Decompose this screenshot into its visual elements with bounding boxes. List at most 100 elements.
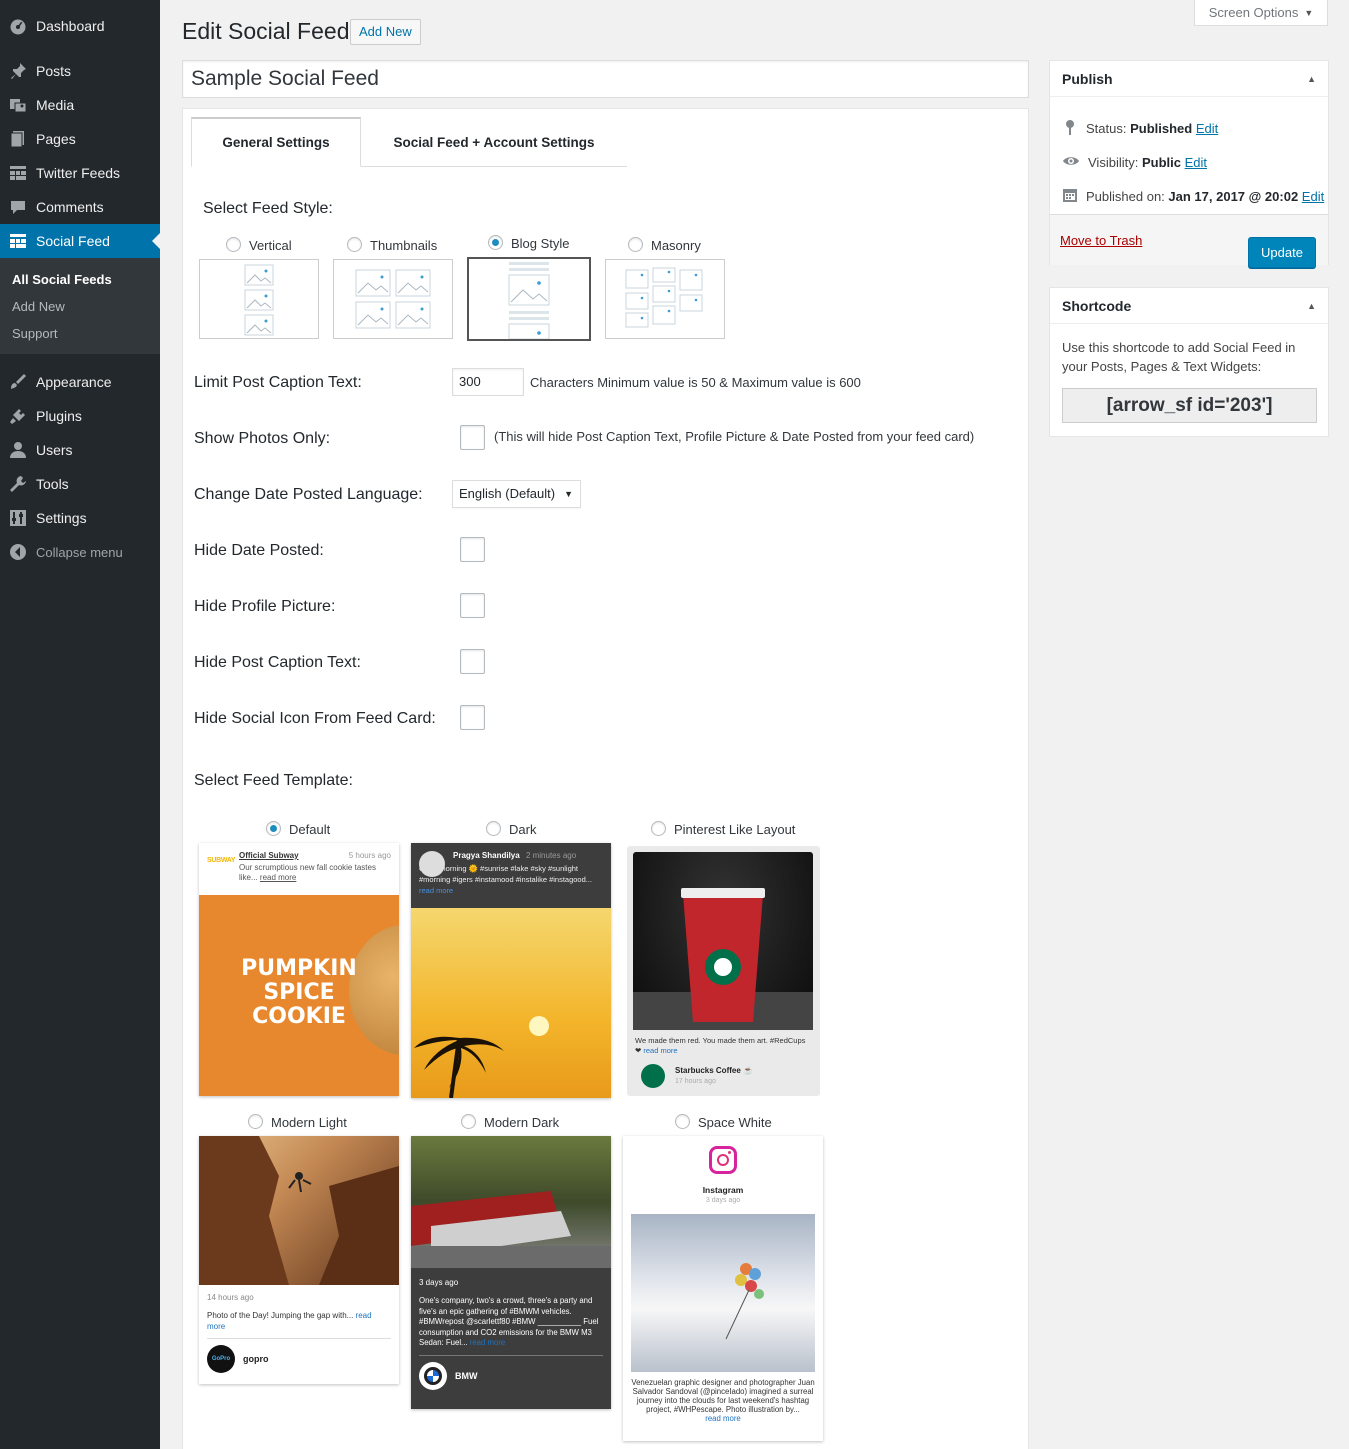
avatar: [419, 851, 445, 877]
preview-pinterest-name: Starbucks Coffee ☕: [675, 1066, 753, 1075]
template-space-white-radio[interactable]: [675, 1114, 690, 1129]
preview-ml-name: gopro: [243, 1354, 269, 1364]
menu-users[interactable]: Users: [0, 433, 160, 467]
screen-options-label: Screen Options: [1208, 5, 1299, 20]
tab-account-settings[interactable]: Social Feed + Account Settings: [361, 117, 627, 167]
screen-options-button[interactable]: Screen Options ▼: [1194, 0, 1328, 26]
add-new-button[interactable]: Add New: [350, 19, 421, 45]
hide-profile-label: Hide Profile Picture:: [194, 598, 336, 615]
template-modern-dark-radio[interactable]: [461, 1114, 476, 1129]
update-button[interactable]: Update: [1248, 237, 1316, 268]
published-label: Published on:: [1086, 189, 1165, 204]
tab-general-settings[interactable]: General Settings: [191, 117, 361, 167]
bmw-cars-image: [411, 1136, 611, 1268]
status-edit-link[interactable]: Edit: [1196, 121, 1218, 136]
menu-pages[interactable]: Pages: [0, 122, 160, 156]
style-blog-label: Blog Style: [511, 236, 570, 251]
menu-twitter-feeds[interactable]: Twitter Feeds: [0, 156, 160, 190]
limit-caption-input[interactable]: 300: [452, 368, 524, 396]
template-modern-light-preview[interactable]: 14 hours ago Photo of the Day! Jumping t…: [199, 1136, 399, 1384]
menu-social-feed[interactable]: Social Feed: [0, 224, 160, 258]
preview-pinterest-read-more: read more: [643, 1046, 678, 1055]
photos-only-note: (This will hide Post Caption Text, Profi…: [494, 429, 975, 444]
preview-dark-read-more: read more: [419, 886, 454, 895]
menu-pages-label: Pages: [36, 131, 76, 147]
template-default-radio[interactable]: [266, 821, 281, 836]
template-dark-preview[interactable]: Pragya Shandilya 2 minutes ago Good morn…: [411, 843, 611, 1098]
style-thumbnails-preview[interactable]: [333, 259, 453, 339]
preview-ml-time: 14 hours ago: [207, 1293, 254, 1302]
style-masonry-label: Masonry: [651, 238, 701, 253]
menu-dashboard[interactable]: Dashboard: [0, 9, 160, 43]
menu-plugins[interactable]: Plugins: [0, 399, 160, 433]
preview-md-time: 3 days ago: [419, 1278, 459, 1287]
template-modern-light-label: Modern Light: [271, 1115, 347, 1130]
hide-profile-checkbox[interactable]: [460, 593, 485, 618]
style-thumbnails-radio[interactable]: [347, 237, 362, 252]
visibility-edit-link[interactable]: Edit: [1185, 155, 1207, 170]
settings-tabs: General Settings Social Feed + Account S…: [191, 117, 627, 167]
submenu-add-new[interactable]: Add New: [12, 299, 65, 314]
language-select[interactable]: English (Default) ▼: [452, 480, 581, 508]
template-modern-light-radio[interactable]: [248, 1114, 263, 1129]
template-default-preview[interactable]: SUBWAY Official Subway 5 hours ago Our s…: [199, 843, 399, 1096]
template-dark-radio[interactable]: [486, 821, 501, 836]
style-blog-preview[interactable]: [467, 257, 591, 341]
menu-posts[interactable]: Posts: [0, 54, 160, 88]
submenu-support[interactable]: Support: [12, 326, 58, 341]
template-pinterest-radio[interactable]: [651, 821, 666, 836]
style-vertical-radio[interactable]: [226, 237, 241, 252]
menu-settings[interactable]: Settings: [0, 501, 160, 535]
shortcode-field[interactable]: [arrow_sf id='203']: [1062, 388, 1317, 423]
pumpkin-line-2: SPICE: [263, 980, 335, 1005]
submenu-all-social-feeds[interactable]: All Social Feeds: [12, 272, 112, 287]
template-modern-dark-preview[interactable]: 3 days ago One's company, two's a crowd,…: [411, 1136, 611, 1409]
pin-icon: [0, 62, 36, 80]
menu-tools[interactable]: Tools: [0, 467, 160, 501]
preview-dark-name: Pragya Shandilya: [453, 851, 520, 860]
media-icon: [0, 96, 36, 114]
hide-date-label: Hide Date Posted:: [194, 542, 324, 559]
settings-box: General Settings Social Feed + Account S…: [182, 108, 1029, 1449]
menu-media[interactable]: Media: [0, 88, 160, 122]
style-masonry-radio[interactable]: [628, 237, 643, 252]
gopro-cliff-image: [199, 1136, 399, 1285]
social-feed-submenu: All Social Feeds Add New Support: [0, 258, 160, 354]
preview-sw-text: Venezuelan graphic designer and photogra…: [631, 1378, 815, 1414]
menu-social-label: Social Feed: [36, 233, 110, 249]
pages-icon: [0, 130, 36, 148]
style-vertical-label: Vertical: [249, 238, 292, 253]
publish-header[interactable]: Publish ▲: [1050, 61, 1328, 97]
photos-only-checkbox[interactable]: [460, 425, 485, 450]
wrench-icon: [0, 475, 36, 493]
style-blog-radio[interactable]: [488, 235, 503, 250]
collapse-arrow-icon[interactable]: ▲: [1307, 74, 1316, 84]
limit-caption-label: Limit Post Caption Text:: [194, 374, 362, 391]
published-value: Jan 17, 2017 @ 20:02: [1168, 189, 1299, 204]
template-space-white-preview[interactable]: Instagram 3 days ago Venezuelan graphic …: [623, 1136, 823, 1441]
hide-icon-checkbox[interactable]: [460, 705, 485, 730]
menu-posts-label: Posts: [36, 63, 72, 79]
brush-icon: [0, 373, 36, 391]
visibility-label: Visibility:: [1088, 155, 1139, 170]
style-vertical-preview[interactable]: [199, 259, 319, 339]
hide-caption-label: Hide Post Caption Text:: [194, 654, 361, 671]
style-masonry-preview[interactable]: [605, 259, 725, 339]
shortcode-header[interactable]: Shortcode ▲: [1050, 288, 1328, 324]
visibility-row: Visibility: Public Edit: [1062, 153, 1207, 172]
preview-pinterest-time: 17 hours ago: [675, 1078, 716, 1085]
page-title: Edit Social Feed: [182, 18, 350, 44]
collapse-arrow-icon[interactable]: ▲: [1307, 301, 1316, 311]
publish-title: Publish: [1062, 70, 1113, 87]
preview-default-read-more: read more: [259, 873, 297, 882]
menu-appearance[interactable]: Appearance: [0, 365, 160, 399]
hide-caption-checkbox[interactable]: [460, 649, 485, 674]
menu-comments[interactable]: Comments: [0, 190, 160, 224]
post-title-input[interactable]: Sample Social Feed: [182, 60, 1029, 98]
hide-date-checkbox[interactable]: [460, 537, 485, 562]
published-edit-link[interactable]: Edit: [1302, 189, 1324, 204]
move-to-trash-link[interactable]: Move to Trash: [1060, 233, 1142, 248]
template-pinterest-preview[interactable]: We made them red. You made them art. #Re…: [627, 846, 820, 1096]
collapse-menu-button[interactable]: Collapse menu: [0, 535, 160, 569]
template-label: Select Feed Template:: [194, 772, 353, 789]
